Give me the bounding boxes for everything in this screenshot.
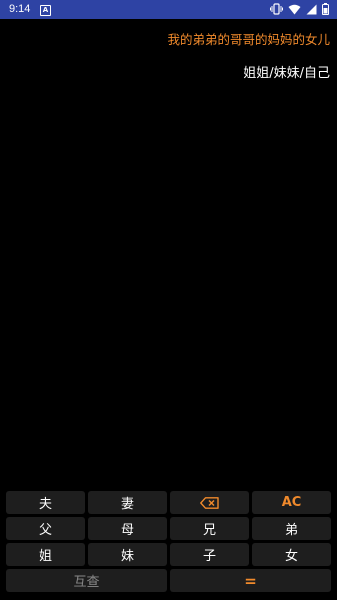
expression-text: 我的弟弟的哥哥的妈妈的女儿: [167, 32, 330, 47]
status-icons: [270, 3, 329, 15]
key-husband[interactable]: 夫: [6, 491, 85, 514]
key-clear[interactable]: AC: [252, 491, 331, 514]
key-elder-brother[interactable]: 兄: [170, 517, 249, 540]
status-bar: 9:14 A: [0, 0, 337, 19]
key-mutual-check[interactable]: 互查: [6, 569, 167, 592]
display-area: 我的弟弟的哥哥的妈妈的女儿 姐姐/妹妹/自己: [0, 19, 337, 489]
vibrate-icon: [270, 3, 283, 15]
key-younger-brother[interactable]: 弟: [252, 517, 331, 540]
key-daughter[interactable]: 女: [252, 543, 331, 566]
key-elder-sister[interactable]: 姐: [6, 543, 85, 566]
battery-icon: [322, 3, 329, 15]
key-equals[interactable]: =: [170, 569, 331, 592]
backspace-icon: [200, 496, 219, 509]
key-father[interactable]: 父: [6, 517, 85, 540]
key-son[interactable]: 子: [170, 543, 249, 566]
key-mother[interactable]: 母: [88, 517, 167, 540]
key-wife[interactable]: 妻: [88, 491, 167, 514]
status-time: 9:14: [9, 3, 31, 15]
signal-icon: [306, 4, 317, 14]
key-backspace[interactable]: [170, 491, 249, 514]
result-text: 姐姐/妹妹/自己: [243, 66, 330, 81]
notification-a-icon: A: [40, 5, 51, 16]
wifi-icon: [288, 4, 301, 14]
key-younger-sister[interactable]: 妹: [88, 543, 167, 566]
